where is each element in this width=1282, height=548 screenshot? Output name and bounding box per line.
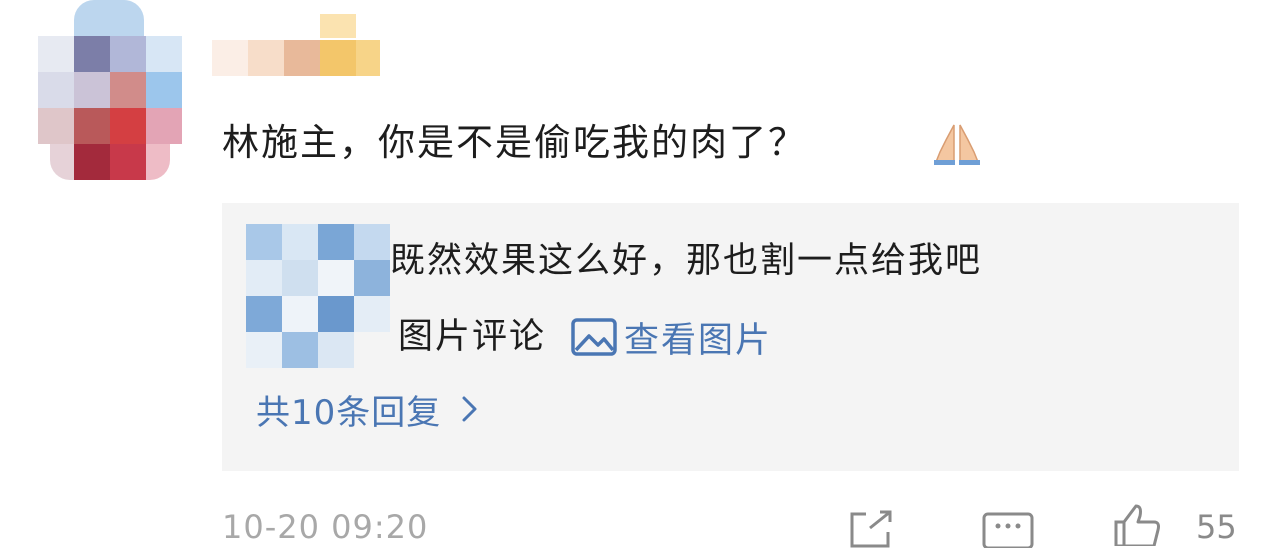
avatar-pixel [110,36,146,72]
username-pixel [284,40,320,76]
avatar-pixel [74,108,110,144]
share-icon[interactable] [846,508,894,548]
reply-avatar-pixel [354,260,390,296]
comment-timestamp: 10-20 09:20 [222,508,429,546]
view-picture-link[interactable]: 查看图片 [570,312,772,362]
view-picture-label: 查看图片 [624,320,773,361]
username-mosaic[interactable] [212,14,382,84]
like-count: 55 [1196,508,1237,546]
avatar-pixel [74,36,110,72]
folded-hands-icon [934,124,980,165]
total-replies-label: 共10条回复 [256,392,442,433]
avatar-pixel [110,108,146,144]
reply-avatar-pixel [354,224,390,260]
avatar-pixel [74,144,110,180]
reply-avatar-mosaic[interactable] [246,224,406,368]
reply-avatar-pixel [282,260,318,296]
username-pixel [212,40,248,76]
picture-comment-label: 图片评论 [398,317,547,357]
avatar-pixel [146,144,170,180]
reply-text: 既然效果这么好，那也割一点给我吧 [390,241,983,281]
avatar-pixel [38,108,74,144]
avatar-pixel [110,72,146,108]
avatar-pixel [110,144,146,180]
reply-avatar-pixel [246,260,282,296]
avatar-pixel [74,0,144,36]
chevron-right-icon [462,396,477,422]
reply-avatar-pixel [282,296,318,332]
username-pixel [356,40,380,76]
reply-avatar-pixel [246,296,282,332]
avatar-pixel [38,36,74,72]
avatar-pixel [146,36,182,72]
avatar-pixel [74,72,110,108]
reply-avatar-pixel [246,332,282,368]
avatar-pixel [50,144,74,180]
username-pixel [320,14,356,38]
image-icon [571,318,617,356]
avatar-pixel [146,72,182,108]
reply-avatar-pixel [318,224,354,260]
reply-avatar-pixel [318,332,354,368]
reply-avatar-pixel [318,260,354,296]
avatar-pixel [146,108,182,144]
comment-icon[interactable] [980,508,1036,548]
reply-avatar-pixel [246,224,282,260]
username-pixel [320,40,356,76]
total-replies-link[interactable]: 共10条回复 [256,384,481,434]
avatar-pixel [38,72,74,108]
reply-avatar-pixel [318,296,354,332]
comment-text: 林施主，你是不是偷吃我的肉了？ [222,121,807,164]
avatar[interactable] [38,0,188,190]
reply-avatar-pixel [282,332,318,368]
reply-avatar-pixel [354,296,390,332]
thumbs-up-icon[interactable] [1110,502,1166,546]
username-pixel [248,40,284,76]
reply-avatar-pixel [282,224,318,260]
